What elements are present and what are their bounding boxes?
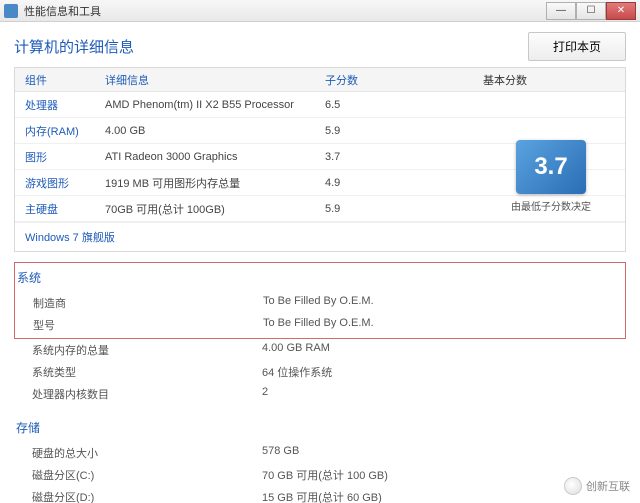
row-subscore: 5.9 bbox=[325, 125, 385, 137]
window-title: 性能信息和工具 bbox=[24, 3, 546, 19]
info-row: 硬盘的总大小578 GB bbox=[14, 442, 626, 464]
maximize-button[interactable]: ☐ bbox=[576, 2, 606, 20]
col-subscore: 子分数 bbox=[325, 72, 385, 88]
system-title: 系统 bbox=[15, 265, 625, 292]
info-label: 磁盘分区(D:) bbox=[32, 489, 262, 503]
row-subscore: 3.7 bbox=[325, 151, 385, 163]
info-row: 处理器内核数目2 bbox=[14, 383, 626, 405]
watermark: 创新互联 bbox=[564, 477, 630, 495]
info-value: 2 bbox=[262, 386, 626, 402]
info-label: 处理器内核数目 bbox=[32, 386, 262, 402]
score-panel: 组件 详细信息 子分数 基本分数 处理器AMD Phenom(tm) II X2… bbox=[14, 67, 626, 252]
content-area: 计算机的详细信息 打印本页 组件 详细信息 子分数 基本分数 处理器AMD Ph… bbox=[0, 22, 640, 503]
row-component: 游戏图形 bbox=[15, 175, 105, 191]
title-bar: 性能信息和工具 — ☐ ✕ bbox=[0, 0, 640, 22]
row-detail: 1919 MB 可用图形内存总量 bbox=[105, 175, 325, 191]
info-row: 型号To Be Filled By O.E.M. bbox=[15, 314, 625, 336]
base-score-box: 3.7 由最低子分数决定 bbox=[507, 140, 595, 213]
info-row: 磁盘分区(C:)70 GB 可用(总计 100 GB) bbox=[14, 464, 626, 486]
page-title: 计算机的详细信息 bbox=[14, 36, 528, 57]
row-subscore: 5.9 bbox=[325, 203, 385, 215]
oem-highlight: 系统 制造商To Be Filled By O.E.M.型号To Be Fill… bbox=[14, 262, 626, 339]
row-component: 处理器 bbox=[15, 97, 105, 113]
row-detail: AMD Phenom(tm) II X2 B55 Processor bbox=[105, 99, 325, 111]
window-buttons: — ☐ ✕ bbox=[546, 2, 636, 20]
watermark-text: 创新互联 bbox=[586, 478, 630, 494]
print-button[interactable]: 打印本页 bbox=[528, 32, 626, 61]
row-detail: 70GB 可用(总计 100GB) bbox=[105, 201, 325, 217]
info-row: 系统内存的总量4.00 GB RAM bbox=[14, 339, 626, 361]
info-value: To Be Filled By O.E.M. bbox=[263, 317, 625, 333]
minimize-button[interactable]: — bbox=[546, 2, 576, 20]
table-row: 处理器AMD Phenom(tm) II X2 B55 Processor6.5 bbox=[15, 92, 625, 118]
row-detail: ATI Radeon 3000 Graphics bbox=[105, 151, 325, 163]
app-icon bbox=[4, 4, 18, 18]
col-base: 基本分数 bbox=[385, 72, 625, 88]
row-component: 主硬盘 bbox=[15, 201, 105, 217]
row-subscore: 6.5 bbox=[325, 99, 385, 111]
info-row: 系统类型64 位操作系统 bbox=[14, 361, 626, 383]
info-label: 型号 bbox=[33, 317, 263, 333]
info-label: 制造商 bbox=[33, 295, 263, 311]
info-label: 系统内存的总量 bbox=[32, 342, 262, 358]
row-component: 图形 bbox=[15, 149, 105, 165]
col-component: 组件 bbox=[15, 72, 105, 88]
system-section: 系统 制造商To Be Filled By O.E.M.型号To Be Fill… bbox=[14, 262, 626, 405]
col-detail: 详细信息 bbox=[105, 72, 325, 88]
info-label: 磁盘分区(C:) bbox=[32, 467, 262, 483]
row-detail: 4.00 GB bbox=[105, 125, 325, 137]
info-row: 磁盘分区(D:)15 GB 可用(总计 60 GB) bbox=[14, 486, 626, 503]
info-row: 制造商To Be Filled By O.E.M. bbox=[15, 292, 625, 314]
base-score-tile: 3.7 bbox=[516, 140, 586, 194]
row-component: 内存(RAM) bbox=[15, 123, 105, 139]
storage-section: 存储 硬盘的总大小578 GB磁盘分区(C:)70 GB 可用(总计 100 G… bbox=[14, 415, 626, 503]
info-value: 64 位操作系统 bbox=[262, 364, 626, 380]
table-header: 组件 详细信息 子分数 基本分数 bbox=[15, 68, 625, 92]
info-value: To Be Filled By O.E.M. bbox=[263, 295, 625, 311]
watermark-icon bbox=[564, 477, 582, 495]
info-value: 578 GB bbox=[262, 445, 626, 461]
row-subscore: 4.9 bbox=[325, 177, 385, 189]
info-label: 硬盘的总大小 bbox=[32, 445, 262, 461]
os-label: Windows 7 旗舰版 bbox=[15, 222, 625, 251]
info-value: 4.00 GB RAM bbox=[262, 342, 626, 358]
info-label: 系统类型 bbox=[32, 364, 262, 380]
base-score-note: 由最低子分数决定 bbox=[507, 198, 595, 213]
close-button[interactable]: ✕ bbox=[606, 2, 636, 20]
storage-title: 存储 bbox=[14, 415, 626, 442]
